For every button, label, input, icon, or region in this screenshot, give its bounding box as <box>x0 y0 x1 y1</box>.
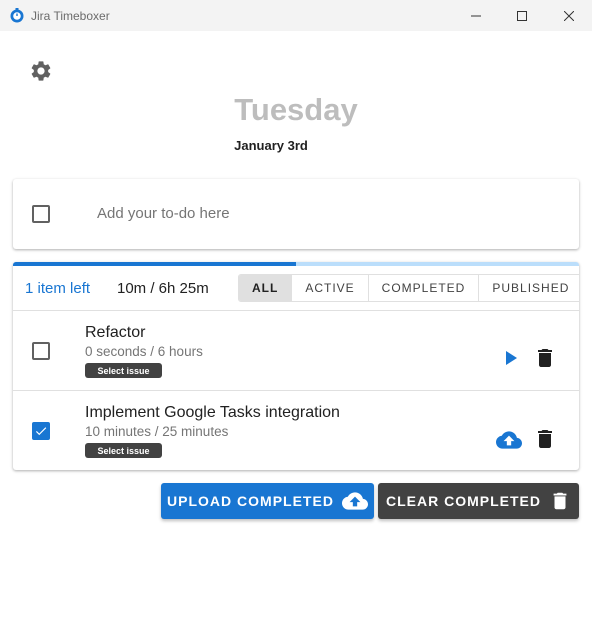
gear-icon[interactable] <box>29 59 53 83</box>
task-row: Implement Google Tasks integration 10 mi… <box>13 390 579 470</box>
app-logo-icon <box>10 8 24 23</box>
cloud-upload-icon <box>341 492 368 510</box>
filter-completed-button[interactable]: COMPLETED <box>368 275 480 301</box>
check-icon <box>35 427 47 436</box>
filter-active-button[interactable]: ACTIVE <box>292 275 369 301</box>
date-subtitle: January 3rd <box>234 138 308 153</box>
task-title[interactable]: Refactor <box>85 324 145 342</box>
time-summary: 10m / 6h 25m <box>117 280 209 297</box>
delete-icon[interactable] <box>533 427 557 451</box>
filter-published-button[interactable]: PUBLISHED <box>479 275 579 301</box>
task-title[interactable]: Implement Google Tasks integration <box>85 404 340 422</box>
play-icon[interactable] <box>498 346 522 370</box>
cloud-upload-icon[interactable] <box>496 427 522 453</box>
items-left-count: 1 item left <box>25 280 91 297</box>
new-todo-card: Add your to-do here <box>13 179 579 249</box>
close-button[interactable] <box>546 0 592 31</box>
maximize-icon <box>517 10 527 21</box>
task-time: 10 minutes / 25 minutes <box>85 424 229 439</box>
delete-icon <box>553 492 567 510</box>
task-time: 0 seconds / 6 hours <box>85 344 203 359</box>
filter-all-button[interactable]: ALL <box>239 275 293 301</box>
window-title: Jira Timeboxer <box>31 9 110 23</box>
task-row: Refactor 0 seconds / 6 hours Select issu… <box>13 310 579 390</box>
progress-bar <box>13 262 579 266</box>
toggle-all-checkbox[interactable] <box>32 205 50 223</box>
title-bar: Jira Timeboxer <box>0 0 592 31</box>
select-issue-chip[interactable]: Select issue <box>85 363 162 378</box>
task-checkbox[interactable] <box>32 342 50 360</box>
close-icon <box>564 10 574 21</box>
clear-completed-button[interactable]: CLEAR COMPLETED <box>378 483 579 519</box>
maximize-button[interactable] <box>499 0 545 31</box>
new-todo-input[interactable]: Add your to-do here <box>97 205 230 222</box>
minimize-button[interactable] <box>453 0 499 31</box>
clear-completed-label: CLEAR COMPLETED <box>386 493 541 509</box>
day-title: Tuesday <box>234 92 358 127</box>
delete-icon[interactable] <box>533 346 557 370</box>
task-checkbox[interactable] <box>32 422 50 440</box>
task-list-card: 1 item left 10m / 6h 25m ALL ACTIVE COMP… <box>13 262 579 470</box>
upload-completed-label: UPLOAD COMPLETED <box>167 493 334 509</box>
minimize-icon <box>471 15 481 16</box>
filter-group: ALL ACTIVE COMPLETED PUBLISHED <box>238 274 579 302</box>
select-issue-chip[interactable]: Select issue <box>85 443 162 458</box>
progress-bar-fill <box>13 262 296 266</box>
upload-completed-button[interactable]: UPLOAD COMPLETED <box>161 483 374 519</box>
